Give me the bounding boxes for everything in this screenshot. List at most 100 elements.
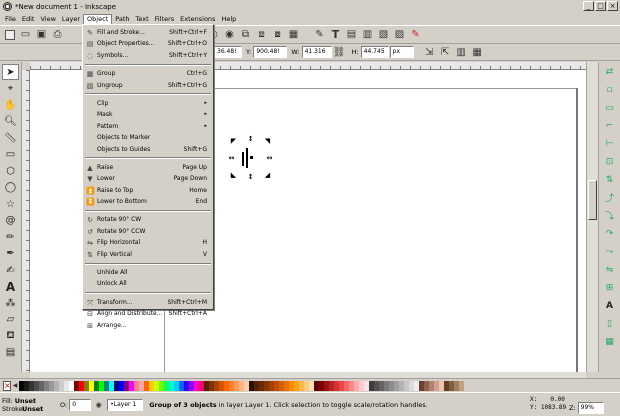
close-button[interactable]: × (607, 1, 618, 11)
scale-handle-s-icon[interactable]: ↕ (247, 174, 254, 181)
snap-rotation-center-icon[interactable]: ⊞ (602, 280, 618, 295)
zoom-drawing-icon[interactable]: ◉ (222, 27, 237, 42)
snap-bbox-edge-icon[interactable]: ▭ (602, 100, 618, 115)
menu-text[interactable]: Text (133, 14, 152, 25)
scale-handle-nw-icon[interactable]: ◤ (230, 138, 237, 145)
snap-intersection-icon[interactable]: ⤵ (602, 208, 618, 223)
group-icon[interactable]: ▦ (286, 27, 301, 42)
snap-midpoint-icon[interactable]: ⤳ (602, 244, 618, 259)
bucket-tool-icon[interactable]: ⛾ (2, 328, 19, 344)
selected-group[interactable]: ◤ ↕ ◥ ↔ ↔ ◣ ↕ ◢ (228, 136, 273, 181)
color-swatch[interactable] (459, 380, 464, 391)
snap-path-icon[interactable]: ⤴ (602, 190, 618, 205)
selector-tool-icon[interactable]: ➤ (2, 64, 19, 80)
menu-edit[interactable]: Edit (19, 14, 38, 25)
scale-stroke-icon[interactable]: ⇲ (422, 45, 437, 60)
minimize-button[interactable]: _ (583, 1, 594, 11)
menu-object[interactable]: Object (83, 13, 113, 25)
layers-dialog-icon[interactable]: ▤ (344, 27, 359, 42)
menu-item-fill-and-stroke[interactable]: ✎ Fill and Stroke... Shift+Ctrl+F (83, 27, 213, 38)
menu-item-align-and-distribute[interactable]: ⊟ Align and Distribute... Shift+Ctrl+A (83, 308, 213, 319)
xml-editor-icon[interactable]: ▥ (360, 27, 375, 42)
menu-layer[interactable]: Layer (59, 14, 83, 25)
scale-handle-e-icon[interactable]: ↔ (266, 155, 273, 162)
fill-stroke-indicator[interactable]: Fill: Unset Stroke: Unset (2, 397, 43, 413)
no-paint-swatch[interactable]: × (3, 380, 11, 391)
tweak-tool-icon[interactable]: ✋ (2, 97, 19, 113)
menu-item-lower-to-bottom[interactable]: ⏬ Lower to Bottom End (83, 196, 213, 207)
pen-tool-icon[interactable]: ✒ (2, 246, 19, 262)
eraser-tool-icon[interactable]: ▱ (2, 312, 19, 328)
menu-item-mask[interactable]: Mask ▸ (83, 109, 213, 120)
scale-corners-icon[interactable]: ⇱ (438, 45, 453, 60)
palette-scroll-left-icon[interactable]: ◀ (12, 378, 18, 393)
spray-tool-icon[interactable]: ⁂ (2, 295, 19, 311)
opacity-field[interactable]: 0 (69, 398, 92, 411)
menu-item-objects-to-guides[interactable]: Objects to Guides Shift+G (83, 144, 213, 155)
menu-view[interactable]: View (37, 14, 58, 25)
snap-bbox-center-icon[interactable]: ⊡ (602, 154, 618, 169)
menu-item-flip-horizontal[interactable]: ⇋ Flip Horizontal H (83, 237, 213, 248)
snap-grid-icon[interactable]: ▦ (602, 334, 618, 349)
move-patterns-icon[interactable]: ▦ (470, 45, 485, 60)
preferences-icon[interactable]: ▨ (392, 27, 407, 42)
ellipse-tool-icon[interactable]: ◯ (2, 180, 19, 196)
menu-item-unhide-all[interactable]: Unhide All (83, 267, 213, 278)
menu-item-object-properties[interactable]: ▤ Object Properties... Shift+Ctrl+O (83, 38, 213, 49)
menu-item-clip[interactable]: Clip ▸ (83, 98, 213, 109)
menu-item-rotate-90-ccw[interactable]: ↺ Rotate 90° CCW (83, 226, 213, 237)
snap-bbox-midpoint-icon[interactable]: ⊢ (602, 136, 618, 151)
y-field[interactable]: 900.48! (253, 46, 288, 58)
snap-nodes-icon[interactable]: ⇅ (602, 172, 618, 187)
visibility-toggle-icon[interactable]: ◉ (91, 397, 106, 412)
menu-item-symbols[interactable]: ◌ Symbols... Shift+Ctrl+Y (83, 50, 213, 61)
menu-file[interactable]: File (2, 14, 19, 25)
fill-stroke-dialog-icon[interactable]: ✎ (312, 27, 327, 42)
menu-item-group[interactable]: ▦ Group Ctrl+G (83, 68, 213, 79)
menu-item-ungroup[interactable]: ▧ Ungroup Shift+Ctrl+G (83, 80, 213, 91)
zoom-tool-icon[interactable]: 🔍︎ (2, 114, 19, 130)
star-tool-icon[interactable]: ☆ (2, 196, 19, 212)
menu-item-transform[interactable]: ⤧ Transform... Shift+Ctrl+M (83, 297, 213, 308)
menu-item-unlock-all[interactable]: Unlock All (83, 278, 213, 289)
menu-item-objects-to-marker[interactable]: Objects to Marker (83, 132, 213, 143)
zoom-field[interactable]: 99% (577, 402, 604, 414)
clone-icon[interactable]: ⧈ (254, 27, 269, 42)
menu-help[interactable]: Help (218, 14, 239, 25)
new-document-icon[interactable] (2, 27, 17, 42)
layer-select[interactable]: •Layer 1 (107, 398, 144, 411)
move-gradients-icon[interactable]: ▥ (454, 45, 469, 60)
menu-item-raise[interactable]: ▲ Raise Page Up (83, 162, 213, 173)
snap-bbox-icon[interactable]: ▫ (602, 82, 618, 97)
scale-handle-sw-icon[interactable]: ◣ (230, 172, 237, 179)
vertical-scrollbar[interactable] (586, 62, 598, 372)
snap-enable-icon[interactable]: ⇄ (602, 64, 618, 79)
text-dialog-icon[interactable]: T (328, 27, 343, 42)
snap-text-baseline-icon[interactable]: A (602, 298, 618, 313)
maximize-button[interactable]: □ (595, 1, 606, 11)
menu-item-pattern[interactable]: Pattern ▸ (83, 121, 213, 132)
snap-bbox-corner-icon[interactable]: ⌐ (602, 118, 618, 133)
scale-handle-w-icon[interactable]: ↔ (228, 155, 235, 162)
save-icon[interactable]: ▣ (34, 27, 49, 42)
lock-proportions-icon[interactable]: ⛓ (332, 45, 347, 60)
menu-filters[interactable]: Filters (152, 14, 177, 25)
document-properties-icon[interactable]: ✎ (408, 27, 423, 42)
pencil-tool-icon[interactable]: ✏ (2, 229, 19, 245)
menu-item-flip-vertical[interactable]: ⇅ Flip Vertical V (83, 249, 213, 260)
spiral-tool-icon[interactable]: @ (2, 213, 19, 229)
scale-handle-ne-icon[interactable]: ◥ (264, 138, 271, 145)
calligraphy-tool-icon[interactable]: ✍ (2, 262, 19, 278)
duplicate-icon[interactable]: ⧉ (238, 27, 253, 42)
snap-page-border-icon[interactable]: ▯ (602, 316, 618, 331)
unlink-clone-icon[interactable]: ⧇ (270, 27, 285, 42)
gradient-tool-icon[interactable]: ▤ (2, 345, 19, 361)
menu-item-lower[interactable]: ▼ Lower Page Down (83, 173, 213, 184)
snap-object-center-icon[interactable]: ⇋ (602, 262, 618, 277)
open-icon[interactable]: ▭ (18, 27, 33, 42)
measure-tool-icon[interactable]: 📏︎ (2, 130, 19, 146)
scale-handle-se-icon[interactable]: ◢ (264, 172, 271, 179)
3dbox-tool-icon[interactable]: ⬡ (2, 163, 19, 179)
menu-item-rotate-90-cw[interactable]: ↻ Rotate 90° CW (83, 214, 213, 225)
menu-item-arrange[interactable]: ⊞ Arrange... (83, 320, 213, 331)
